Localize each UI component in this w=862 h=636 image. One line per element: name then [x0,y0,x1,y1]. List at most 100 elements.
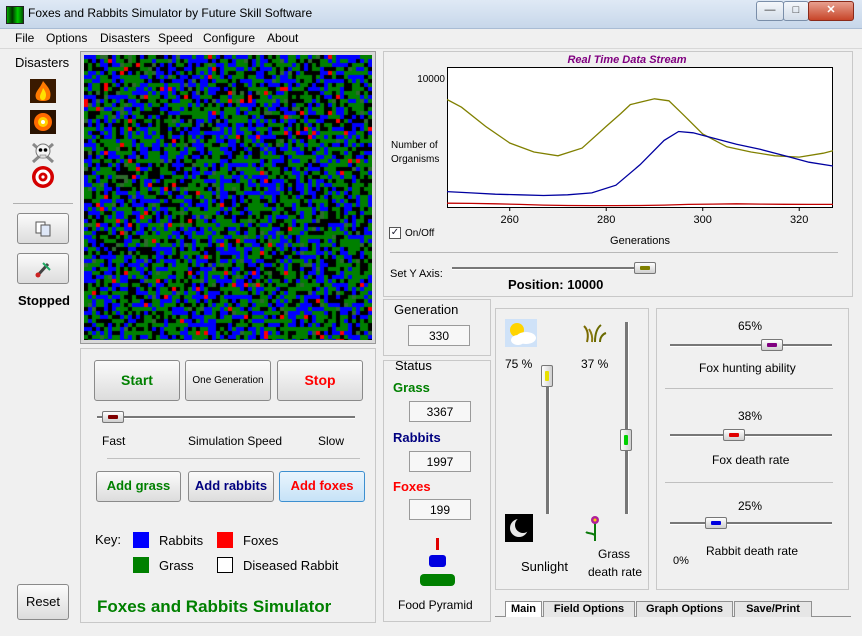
grass-death-label-2: death rate [588,565,643,579]
graph-title: Real Time Data Stream [567,54,687,66]
target-icon[interactable] [30,165,56,189]
title-bar: Foxes and Rabbits Simulator by Future Sk… [0,0,862,29]
controls-divider [107,458,360,459]
sun-icon [505,319,537,347]
tab-field-options[interactable]: Field Options [543,601,635,617]
graph-ylabel-1: Number of [391,140,438,151]
app-name-label: Foxes and Rabbits Simulator [97,597,332,616]
stop-button[interactable]: Stop [277,360,363,401]
grass-death-slider-thumb[interactable] [620,429,632,452]
tab-main[interactable]: Main [505,601,542,617]
grass-death-slider-track[interactable] [625,322,629,514]
flower-icon [585,516,599,541]
diseased-rabbit-swatch [217,557,233,573]
grass-label: Grass [393,380,430,395]
grass-death-percent: 37 % [581,357,609,371]
zero-percent-label: 0% [673,555,689,567]
generation-label: Generation [394,302,459,317]
foxes-label: Foxes [393,479,431,494]
food-pyramid-icon [420,538,455,586]
graph-divider [390,252,838,253]
one-generation-button[interactable]: One Generation [185,360,271,401]
speed-fast-label: Fast [102,434,126,448]
add-foxes-button[interactable]: Add foxes [279,471,365,502]
rabbits-count: 1997 [409,451,471,472]
maximize-button[interactable]: □ [783,1,809,21]
rabbit-death-slider-track[interactable] [670,522,832,525]
x-tick-label: 280 [597,214,615,226]
y-tick-label: 10000 [417,74,445,85]
close-button[interactable]: ✕ [808,1,854,21]
window-title: Foxes and Rabbits Simulator by Future Sk… [28,6,313,20]
copy-button[interactable] [17,213,69,244]
menu-configure[interactable]: Configure [203,31,255,45]
y-axis-slider-thumb[interactable] [634,262,656,274]
onoff-checkbox[interactable]: ✓ [389,227,401,239]
graph-xlabel: Generations [610,235,670,247]
fox-hunting-slider-thumb[interactable] [761,339,783,351]
fox-hunting-slider-track[interactable] [670,344,832,347]
speed-slow-label: Slow [318,434,345,448]
sunlight-percent: 75 % [505,357,533,371]
sidebar-divider [13,203,73,204]
paint-button[interactable] [17,253,69,284]
key-foxes-label: Foxes [243,533,279,548]
reset-button[interactable]: Reset [17,584,69,620]
brush-icon [35,262,51,278]
simulation-status: Stopped [18,293,70,308]
wilted-grass-icon [583,324,607,343]
add-rabbits-button[interactable]: Add rabbits [188,471,274,502]
grass-count: 3367 [409,401,471,422]
x-tick-label: 260 [501,214,519,226]
sunlight-slider-thumb[interactable] [541,364,553,387]
y-axis-slider-track[interactable] [452,267,656,270]
tab-graph-options[interactable]: Graph Options [636,601,733,617]
rates-divider-2 [665,482,833,483]
grass-death-label-1: Grass [598,547,631,561]
x-tick-label: 320 [790,214,808,226]
menu-about[interactable]: About [267,31,298,45]
app-icon [6,6,24,24]
speed-slider-track[interactable] [97,416,355,419]
rabbit-death-percent: 25% [738,499,763,513]
simulation-field[interactable] [84,55,372,340]
sunlight-label: Sunlight [521,559,568,574]
key-diseased-label: Diseased Rabbit [243,558,339,573]
add-grass-button[interactable]: Add grass [96,471,181,502]
menu-disasters[interactable]: Disasters [100,31,150,45]
moon-icon [505,514,533,542]
menu-speed[interactable]: Speed [158,31,193,45]
fox-hunting-percent: 65% [738,319,763,333]
speed-label: Simulation Speed [188,434,283,448]
key-grass-label: Grass [159,558,194,573]
foxes-count: 199 [409,499,471,520]
population-chart: 260 280 300 320 [447,67,833,226]
explosion-icon[interactable] [30,110,56,134]
rates-divider-1 [665,388,833,389]
fox-hunting-label: Fox hunting ability [699,361,796,375]
fire-icon[interactable] [30,79,56,103]
minimize-button[interactable]: — [756,1,784,21]
chart-plot-area [447,67,833,208]
menu-file[interactable]: File [15,31,34,45]
grass-swatch [133,557,149,573]
copy-icon [35,221,51,237]
generation-value: 330 [408,325,470,346]
speed-slider-thumb[interactable] [101,411,124,423]
menu-options[interactable]: Options [46,31,87,45]
fox-death-slider-thumb[interactable] [723,429,746,441]
graph-ylabel-2: Organisms [391,154,440,165]
y-position-label: Position: 10000 [508,277,604,292]
set-y-axis-label: Set Y Axis: [390,268,443,280]
skull-icon[interactable] [30,140,56,164]
key-rabbits-label: Rabbits [159,533,204,548]
tab-save-print[interactable]: Save/Print [734,601,812,617]
start-button[interactable]: Start [94,360,180,401]
foxes-swatch [217,532,233,548]
sunlight-slider-track[interactable] [546,380,550,514]
onoff-label: On/Off [405,228,435,239]
rabbit-death-slider-thumb[interactable] [705,517,727,529]
rabbit-death-label: Rabbit death rate [706,544,799,558]
fox-death-slider-track[interactable] [670,434,832,437]
key-label: Key: [95,532,122,547]
